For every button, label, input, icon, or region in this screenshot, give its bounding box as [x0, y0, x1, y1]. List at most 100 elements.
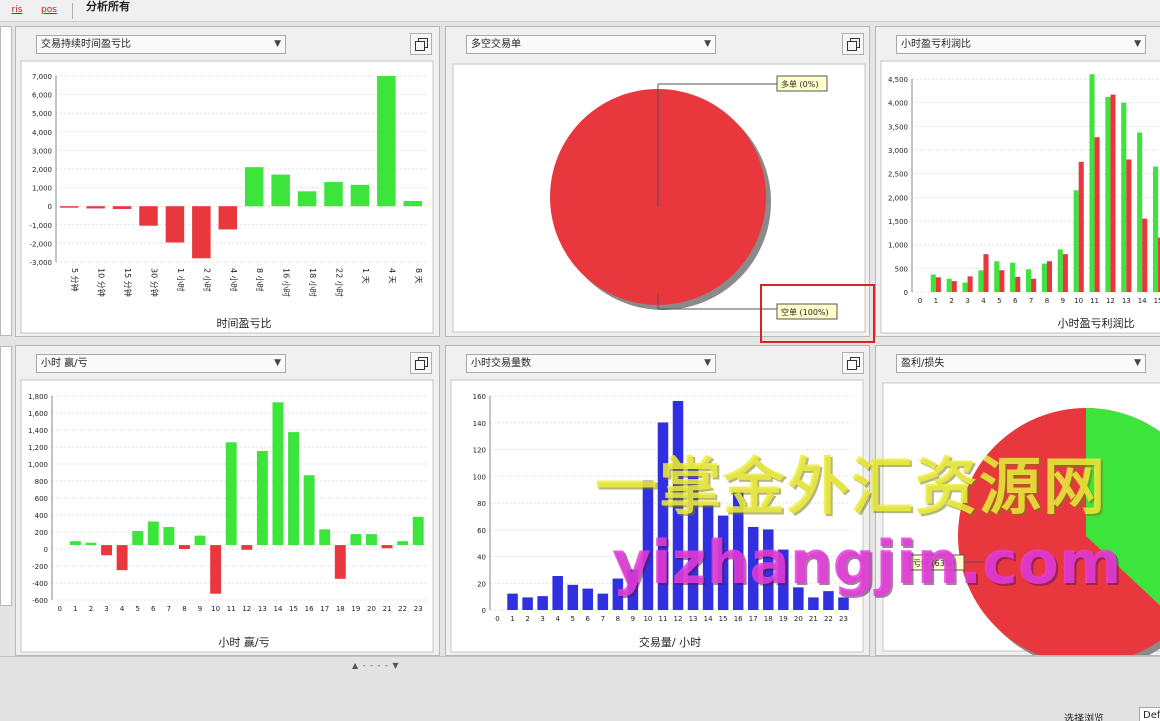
chart-title: 时间盈亏比 — [217, 317, 272, 330]
y-tick-label: 120 — [473, 447, 486, 455]
bar — [1110, 94, 1116, 293]
x-tick-label: 4 — [555, 615, 560, 623]
splitter-handle[interactable]: ▲ - - - - ▼ — [352, 661, 400, 670]
plot-frame — [20, 60, 434, 334]
y-tick-label: 20 — [477, 580, 486, 588]
x-tick-label: 17 — [320, 605, 329, 613]
ris-icon[interactable]: ris — [4, 2, 30, 19]
y-tick-label: 1,000 — [32, 185, 52, 193]
y-tick-label: 0 — [44, 546, 48, 554]
def-dropdown[interactable]: Def — [1139, 707, 1160, 721]
bar — [366, 534, 377, 546]
bar — [256, 450, 268, 546]
x-tick-label: 8 — [616, 615, 620, 623]
x-tick-label: 18 — [336, 605, 345, 613]
bar — [1046, 261, 1053, 292]
bar — [350, 184, 370, 207]
x-tick-label: 2 — [525, 615, 529, 623]
x-tick-label: 8 天 — [414, 268, 423, 284]
bar — [946, 278, 952, 292]
x-tick-label: 1 — [73, 605, 77, 613]
bar — [1062, 254, 1068, 292]
chart-title: 小时盈亏利润比 — [1058, 316, 1135, 330]
y-tick-label: 200 — [35, 529, 48, 537]
x-tick-label: 17 — [749, 615, 758, 623]
bar — [1010, 262, 1016, 292]
y-tick-label: 2,000 — [888, 194, 908, 202]
y-tick-label: 3,000 — [32, 147, 52, 155]
x-tick-label: 5 — [135, 605, 139, 613]
x-tick-label: 10 — [1074, 297, 1083, 305]
x-tick-label: 21 — [809, 615, 818, 623]
y-tick-label: 3,500 — [888, 123, 908, 131]
x-tick-label: 22 小时 — [335, 268, 345, 297]
y-tick-label: 400 — [35, 512, 48, 520]
y-tick-label: 2,500 — [888, 171, 908, 179]
x-tick-label: 13 — [1122, 297, 1131, 305]
bar — [85, 542, 97, 546]
y-tick-label: -400 — [32, 580, 48, 588]
x-tick-label: 12 — [674, 615, 683, 623]
x-tick-label: 11 — [1090, 297, 1099, 305]
bar — [1105, 96, 1111, 292]
bar — [271, 174, 290, 207]
left-panel-stub-top[interactable] — [0, 26, 12, 336]
bar — [225, 442, 237, 546]
y-tick-label: 160 — [473, 393, 486, 401]
slice-label-long: 多单 (0%) — [781, 79, 818, 89]
x-tick-label: 3 — [540, 615, 544, 623]
x-tick-label: 7 — [1029, 297, 1033, 305]
x-tick-label: 9 — [198, 605, 202, 613]
panel-duration: 交易持续时间盈亏比 ▼ 7,000 6,000 5,000 4,000 3,000 2,00… — [15, 26, 440, 337]
y-tick-label: 4,000 — [888, 100, 908, 108]
x-tick-label: 15 — [719, 615, 728, 623]
x-tick-label: 23 — [414, 605, 423, 613]
x-tick-label: 5 — [570, 615, 574, 623]
bar — [324, 182, 343, 207]
bar — [116, 545, 128, 571]
bar — [381, 545, 393, 549]
y-tick-label: -2,000 — [29, 240, 52, 248]
bar — [334, 545, 346, 579]
x-tick-label: 16 — [734, 615, 743, 623]
bar — [999, 270, 1005, 292]
x-tick-label: 1 天 — [361, 268, 370, 284]
x-tick-label: 4 — [981, 297, 986, 305]
bar — [139, 206, 158, 226]
pos-icon[interactable]: pos — [36, 2, 62, 19]
bar — [597, 593, 609, 610]
bar — [1073, 190, 1079, 292]
y-tick-label: 1,400 — [28, 427, 48, 435]
bar — [163, 527, 175, 546]
y-tick-label: 3,000 — [888, 147, 908, 155]
bar — [951, 281, 957, 292]
select-browse-label: 选择浏览 — [1064, 714, 1104, 721]
x-tick-label: 9 — [1061, 297, 1065, 305]
toolbar-divider — [72, 3, 73, 19]
bar — [319, 529, 331, 546]
bar — [1137, 132, 1143, 292]
x-tick-label: 0 — [495, 615, 499, 623]
bar — [397, 541, 409, 546]
x-tick-label: 23 — [839, 615, 848, 623]
left-panel-stub-bottom[interactable] — [0, 346, 12, 606]
x-tick-label: 22 — [824, 615, 833, 623]
x-tick-label: 19 — [351, 605, 360, 613]
bar — [112, 206, 132, 209]
analysis-all-tab[interactable]: 分析所有 — [86, 0, 130, 13]
y-tick-label: 6,000 — [32, 92, 52, 100]
y-tick-label: 7,000 — [32, 73, 52, 81]
x-tick-label: 21 — [383, 605, 392, 613]
bar — [297, 191, 317, 207]
bar — [935, 277, 941, 292]
x-tick-label: 19 — [779, 615, 788, 623]
x-tick-label: 5 分钟 — [70, 268, 80, 292]
hour-win-loss-chart: 1,8001,6001,4001,2001,0008006004002000-2… — [20, 379, 434, 653]
bar — [350, 534, 362, 546]
panel-hour-ratio: 小时盈亏利润比 ▼ 4,500 4,000 3,500 3,000 2,500 2,000 1… — [875, 26, 1160, 337]
bar — [303, 475, 315, 546]
x-tick-label: 1 小时 — [176, 268, 186, 292]
bar — [1025, 269, 1032, 292]
x-tick-label: 2 — [89, 605, 93, 613]
bar — [1031, 278, 1037, 292]
